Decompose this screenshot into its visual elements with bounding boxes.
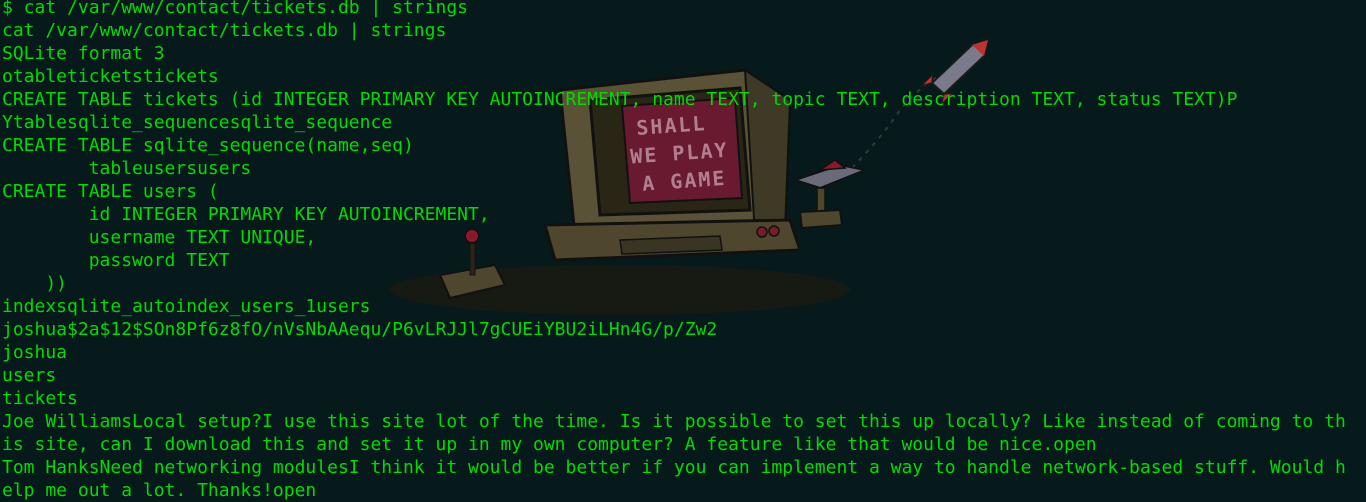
terminal-line: tableusersusers <box>2 158 252 179</box>
terminal-line: tickets <box>2 388 78 409</box>
terminal-output[interactable]: $ cat /var/www/contact/tickets.db | stri… <box>2 0 1366 502</box>
terminal-line: id INTEGER PRIMARY KEY AUTOINCREMENT, <box>2 204 490 225</box>
terminal-line: )) <box>2 273 68 294</box>
terminal-line: CREATE TABLE tickets (id INTEGER PRIMARY… <box>2 89 1238 110</box>
terminal-line: joshua$2a$12$SOn8Pf6z8fO/nVsNbAAequ/P6vL… <box>2 319 718 340</box>
terminal-line: CREATE TABLE users ( <box>2 181 219 202</box>
terminal-line: SQLite format 3 <box>2 43 165 64</box>
terminal-line: CREATE TABLE sqlite_sequence(name,seq) <box>2 135 414 156</box>
terminal-line: Ytablesqlite_sequencesqlite_sequence <box>2 112 393 133</box>
terminal-line: users <box>2 365 57 386</box>
terminal-line: username TEXT UNIQUE, <box>2 227 317 248</box>
terminal-line: cat /var/www/contact/tickets.db | string… <box>2 20 447 41</box>
terminal-line: Joe WilliamsLocal setup?I use this site … <box>2 411 1346 432</box>
terminal-line: $ cat /var/www/contact/tickets.db | stri… <box>2 0 468 18</box>
terminal-line: otableticketstickets <box>2 66 219 87</box>
terminal-line: is site, can I download this and set it … <box>2 434 1097 455</box>
terminal-line: password TEXT <box>2 250 230 271</box>
terminal-line: elp me out a lot. Thanks!open <box>2 480 317 501</box>
terminal-line: joshua <box>2 342 68 363</box>
terminal-line: Tom HanksNeed networking modulesI think … <box>2 457 1346 478</box>
terminal-line: indexsqlite_autoindex_users_1users <box>2 296 371 317</box>
